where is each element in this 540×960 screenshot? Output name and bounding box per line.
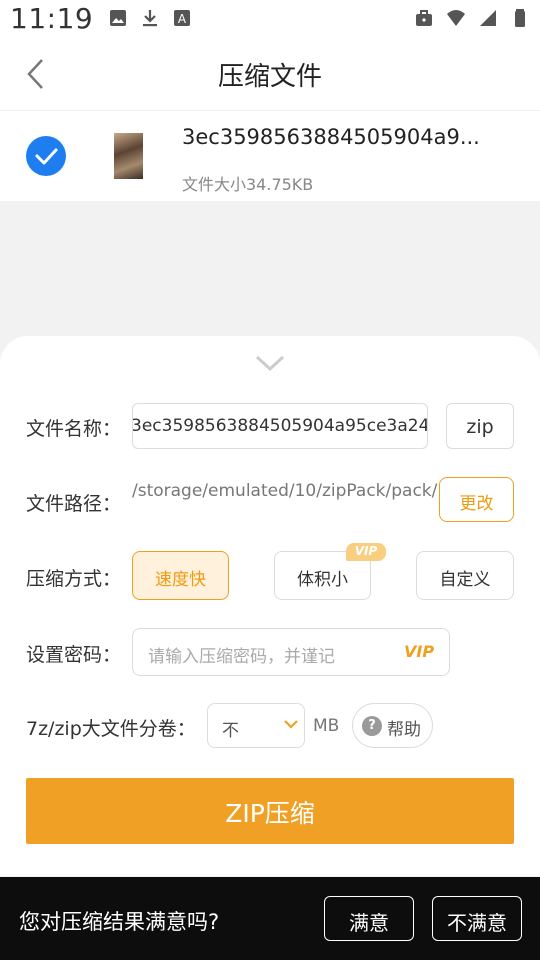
unsatisfied-label: 不满意 (447, 911, 507, 935)
extension-button[interactable]: zip (446, 403, 514, 449)
status-time: 11:19 (10, 2, 94, 35)
chevron-down-icon (284, 720, 298, 729)
satisfaction-bar: 您对压缩结果满意吗? 满意 不满意 (0, 877, 540, 960)
zip-compress-button[interactable]: ZIP压缩 (26, 778, 514, 844)
wifi-icon (447, 10, 465, 26)
split-volume-value: 不 (222, 721, 239, 741)
help-label: 帮助 (387, 720, 421, 740)
satisfied-label: 满意 (349, 911, 389, 935)
mode-custom-label: 自定义 (439, 570, 491, 590)
password-placeholder: 请输入压缩密码，并谨记 (148, 647, 335, 667)
file-name-label: 文件名称： (26, 418, 122, 440)
image-icon (110, 10, 126, 26)
briefcase-icon (416, 10, 432, 26)
satisfied-button[interactable]: 满意 (324, 896, 414, 941)
change-path-button[interactable]: 更改 (439, 477, 514, 522)
zip-compress-label: ZIP压缩 (225, 799, 315, 828)
system-icons (414, 8, 530, 28)
help-button[interactable]: ? 帮助 (352, 703, 433, 748)
svg-text:A: A (178, 12, 187, 26)
file-list-item[interactable]: 3ec3598563884505904a9... 文件大小34.75KB (0, 111, 540, 201)
file-size: 文件大小34.75KB (182, 175, 314, 194)
vip-badge-text: VIP (354, 544, 378, 558)
mode-fast-button[interactable]: 速度快 (132, 551, 229, 600)
question-icon: ? (362, 716, 382, 736)
file-thumbnail (114, 133, 143, 179)
file-name-input[interactable]: 3ec3598563884505904a95ce3a243d (132, 403, 428, 449)
vip-badge: VIP (346, 543, 386, 561)
extension-label: zip (466, 416, 494, 438)
download-icon (143, 10, 157, 27)
file-path-value: /storage/emulated/10/zipPack/pack/ (132, 481, 438, 501)
compress-mode-label: 压缩方式： (26, 568, 122, 590)
notification-icons: A (108, 8, 192, 28)
compress-options-sheet: 文件名称： 3ec3598563884505904a95ce3a243d zip… (0, 336, 540, 876)
unsatisfied-button[interactable]: 不满意 (432, 896, 522, 941)
mode-fast-label: 速度快 (155, 570, 206, 590)
signal-icon (480, 10, 496, 26)
status-bar: 11:19 A (0, 0, 540, 38)
password-input[interactable]: 请输入压缩密码，并谨记 VIP (132, 628, 450, 676)
split-unit: MB (313, 716, 340, 736)
check-icon[interactable] (26, 136, 66, 176)
page-title: 压缩文件 (217, 62, 322, 92)
satisfaction-question: 您对压缩结果满意吗? (19, 910, 220, 934)
text-icon: A (174, 10, 190, 26)
chevron-down-icon[interactable] (254, 352, 286, 374)
title-bar: 压缩文件 (0, 38, 540, 110)
split-volume-select[interactable]: 不 (207, 703, 305, 748)
file-name-value: 3ec3598563884505904a95ce3a243d (132, 416, 428, 436)
battery-icon (515, 9, 525, 27)
password-vip-badge: VIP (404, 642, 435, 661)
change-path-label: 更改 (459, 494, 494, 514)
file-name: 3ec3598563884505904a9... (182, 125, 480, 149)
mode-small-label: 体积小 (297, 570, 348, 590)
mode-custom-button[interactable]: 自定义 (416, 551, 514, 600)
file-path-label: 文件路径： (26, 493, 122, 515)
password-label: 设置密码： (26, 644, 122, 666)
split-volume-label: 7z/zip大文件分卷： (26, 718, 196, 740)
